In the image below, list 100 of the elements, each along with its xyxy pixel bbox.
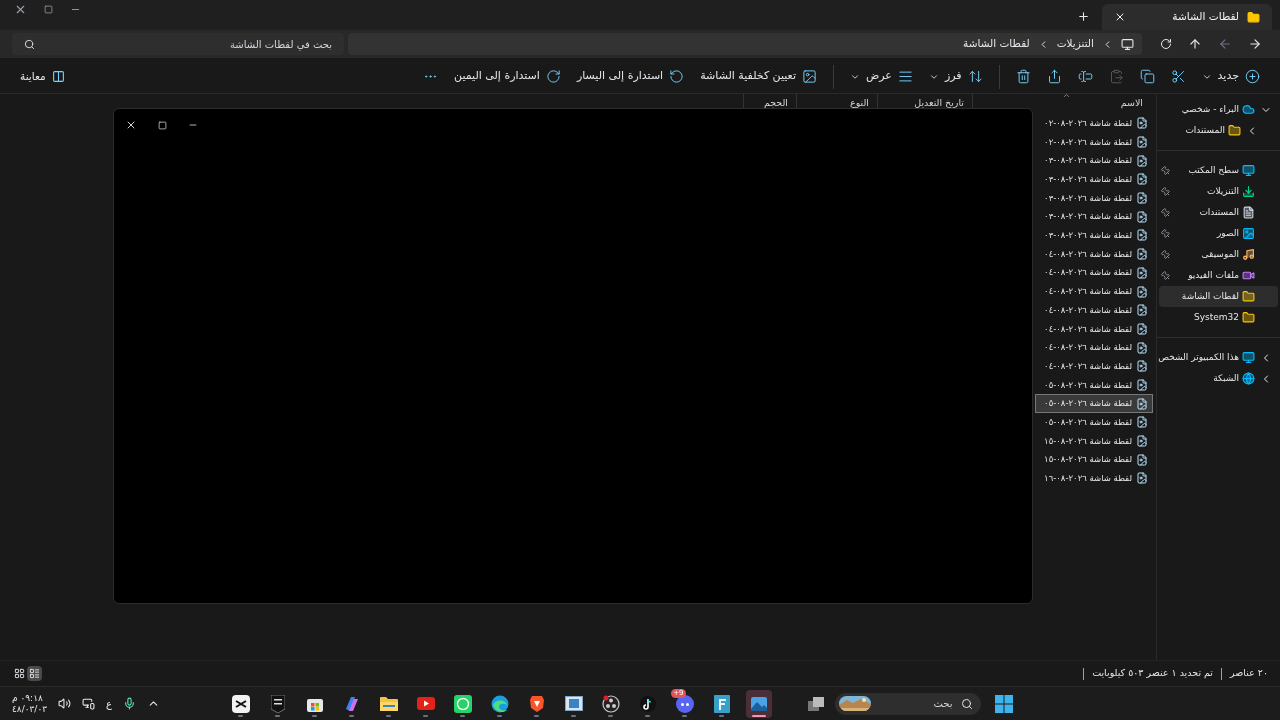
- cloud-icon: [1242, 103, 1255, 116]
- file-name: لقطة شاشة ٢٠٢٦-٠٨-١٥: [1044, 434, 1132, 448]
- sidebar-item[interactable]: الصور: [1159, 223, 1278, 244]
- breadcrumb[interactable]: لقطات الشاشة: [963, 36, 1030, 52]
- controller-face-icon: [675, 694, 694, 713]
- file-name: لقطة شاشة ٢٠٢٦-٠٨-٠٣: [1044, 191, 1132, 205]
- file-row[interactable]: لقطة شاشة ٢٠٢٦-٠٨-٠٥: [1035, 394, 1153, 413]
- taskbar-app[interactable]: [745, 689, 772, 718]
- sidebar-item[interactable]: سطح المكتب: [1159, 160, 1278, 181]
- copy-icon: [1139, 69, 1155, 84]
- maximize-icon[interactable]: [44, 4, 53, 14]
- file-row[interactable]: لقطة شاشة ٢٠٢٦-٠٨-٠٤: [1035, 263, 1153, 283]
- monitor-icon: [1121, 37, 1134, 51]
- tab-title: لقطات الشاشة: [1171, 9, 1239, 25]
- image-file-icon: [1136, 192, 1148, 205]
- file-name: لقطة شاشة ٢٠٢٦-٠٨-٠٥: [1044, 397, 1132, 411]
- maximize-icon[interactable]: [158, 120, 167, 130]
- new-button[interactable]: جديد: [1193, 62, 1268, 91]
- preview-pane-icon: [51, 70, 65, 83]
- image-file-icon: [1136, 285, 1148, 298]
- file-row[interactable]: لقطة شاشة ٢٠٢٦-٠٨-٠٢: [1035, 114, 1153, 133]
- file-name: لقطة شاشة ٢٠٢٦-٠٨-٠٥: [1044, 378, 1132, 392]
- folder-icon: [1242, 290, 1255, 303]
- clapper-icon: [231, 694, 250, 713]
- preview-button[interactable]: معاينة: [12, 62, 73, 91]
- close-icon[interactable]: [1114, 11, 1126, 23]
- sidebar-item[interactable]: المستندات: [1159, 120, 1278, 141]
- file-name: لقطة شاشة ٢٠٢٦-٠٨-٠٤: [1044, 341, 1132, 354]
- taskbar-search-field[interactable]: بحث: [834, 692, 981, 715]
- sidebar-item[interactable]: ملفات الفيديو: [1159, 265, 1278, 286]
- file-row[interactable]: لقطة شاشة ٢٠٢٦-٠٨-٠٣: [1035, 226, 1153, 245]
- file-row[interactable]: لقطة شاشة ٢٠٢٦-٠٨-٠٤: [1035, 356, 1153, 376]
- file-name: لقطة شاشة ٢٠٢٦-٠٨-٠٤: [1044, 303, 1132, 317]
- breadcrumb[interactable]: التنزيلات: [1056, 36, 1094, 52]
- forward-icon[interactable]: [1218, 37, 1232, 51]
- file-row[interactable]: لقطة شاشة ٢٠٢٦-٠٨-١٦: [1035, 469, 1153, 488]
- file-row[interactable]: لقطة شاشة ٢٠٢٦-٠٨-١٥: [1035, 431, 1153, 451]
- address-field[interactable]: التنزيلات لقطات الشاشة: [348, 33, 1142, 55]
- rotate-left-icon: [669, 69, 685, 84]
- file-name: لقطة شاشة ٢٠٢٦-٠٨-٠٣: [1044, 210, 1132, 224]
- tab[interactable]: لقطات الشاشة: [1102, 4, 1272, 30]
- file-row[interactable]: لقطة شاشة ٢٠٢٦-٠٨-٠٣: [1035, 151, 1153, 171]
- new-tab-icon[interactable]: [1077, 10, 1090, 23]
- image-file-icon: [1136, 229, 1148, 242]
- file-row[interactable]: لقطة شاشة ٢٠٢٦-٠٨-١٥: [1035, 450, 1153, 470]
- file-row[interactable]: لقطة شاشة ٢٠٢٦-٠٨-٠٣: [1035, 170, 1153, 189]
- image-file-icon: [1136, 378, 1148, 391]
- sidebar-label: المستندات: [1199, 205, 1239, 219]
- task-view-icon[interactable]: [807, 696, 824, 711]
- rotate-left-button[interactable]: استدارة إلى اليسار: [568, 62, 693, 91]
- view-button[interactable]: عرض: [842, 62, 921, 91]
- file-row[interactable]: لقطة شاشة ٢٠٢٦-٠٨-٠٣: [1035, 188, 1153, 208]
- file-row[interactable]: لقطة شاشة ٢٠٢٦-٠٨-٠٤: [1035, 244, 1153, 264]
- sidebar-item[interactable]: System32: [1159, 307, 1278, 328]
- music-icon: [1242, 248, 1255, 261]
- language-indicator[interactable]: ع: [106, 696, 113, 711]
- up-icon[interactable]: [1188, 37, 1202, 51]
- file-row[interactable]: لقطة شاشة ٢٠٢٦-٠٨-٠٢: [1035, 132, 1153, 152]
- start-icon[interactable]: [994, 694, 1013, 713]
- download-icon: [1242, 185, 1255, 198]
- folder-icon: [1242, 311, 1255, 324]
- sidebar-item[interactable]: المستندات: [1159, 202, 1278, 223]
- back-icon[interactable]: [1248, 37, 1262, 51]
- set-wallpaper-button[interactable]: تعيين كخلفية الشاشة: [692, 62, 825, 91]
- volume-icon[interactable]: [58, 697, 72, 710]
- file-row[interactable]: لقطة شاشة ٢٠٢٦-٠٨-٠٤: [1035, 300, 1153, 320]
- network-icon[interactable]: [82, 697, 96, 710]
- file-row[interactable]: لقطة شاشة ٢٠٢٦-٠٨-٠٤: [1035, 319, 1153, 339]
- sidebar-item[interactable]: هذا الكمبيوتر الشخص: [1159, 347, 1278, 368]
- folder-icon: [1247, 10, 1260, 24]
- sidebar-item[interactable]: لقطات الشاشة: [1159, 286, 1278, 307]
- close-icon[interactable]: [125, 119, 137, 131]
- image-file-icon: [1136, 397, 1148, 410]
- image-file-icon: [1136, 154, 1148, 167]
- rotate-right-button[interactable]: استدارة إلى اليمين: [446, 62, 569, 91]
- app-tile-icon: [713, 694, 730, 713]
- file-row[interactable]: لقطة شاشة ٢٠٢٦-٠٨-٠٣: [1035, 207, 1153, 227]
- sidebar-item[interactable]: البراء - شخصي: [1159, 99, 1278, 120]
- view-icon: [897, 69, 913, 84]
- sidebar-item[interactable]: الشبكة: [1159, 368, 1278, 389]
- sidebar-label: System32: [1194, 310, 1239, 324]
- file-row[interactable]: لقطة شاشة ٢٠٢٦-٠٨-٠٤: [1035, 338, 1153, 357]
- sidebar-label: الصور: [1216, 226, 1239, 240]
- tiles-view-button[interactable]: [12, 666, 27, 681]
- cut-icon: [1170, 69, 1186, 84]
- details-view-button[interactable]: [27, 666, 42, 681]
- sort-button[interactable]: فرز: [920, 62, 991, 91]
- sidebar-item[interactable]: التنزيلات: [1159, 181, 1278, 202]
- image-file-icon: [1136, 416, 1148, 429]
- search-field[interactable]: بحث في لقطات الشاشة: [12, 33, 344, 55]
- sidebar-label: ملفات الفيديو: [1188, 268, 1239, 282]
- sidebar-item[interactable]: الموسيقى: [1159, 244, 1278, 265]
- microphone-icon[interactable]: [123, 697, 137, 710]
- file-name: لقطة شاشة ٢٠٢٦-٠٨-٠٤: [1044, 322, 1132, 336]
- file-row[interactable]: لقطة شاشة ٢٠٢٦-٠٨-٠٥: [1035, 413, 1153, 432]
- sidebar-label: سطح المكتب: [1188, 163, 1239, 177]
- file-row[interactable]: لقطة شاشة ٢٠٢٦-٠٨-٠٤: [1035, 282, 1153, 301]
- file-row[interactable]: لقطة شاشة ٢٠٢٦-٠٨-٠٥: [1035, 375, 1153, 395]
- image-file-icon: [1136, 248, 1148, 261]
- refresh-icon[interactable]: [1160, 38, 1172, 50]
